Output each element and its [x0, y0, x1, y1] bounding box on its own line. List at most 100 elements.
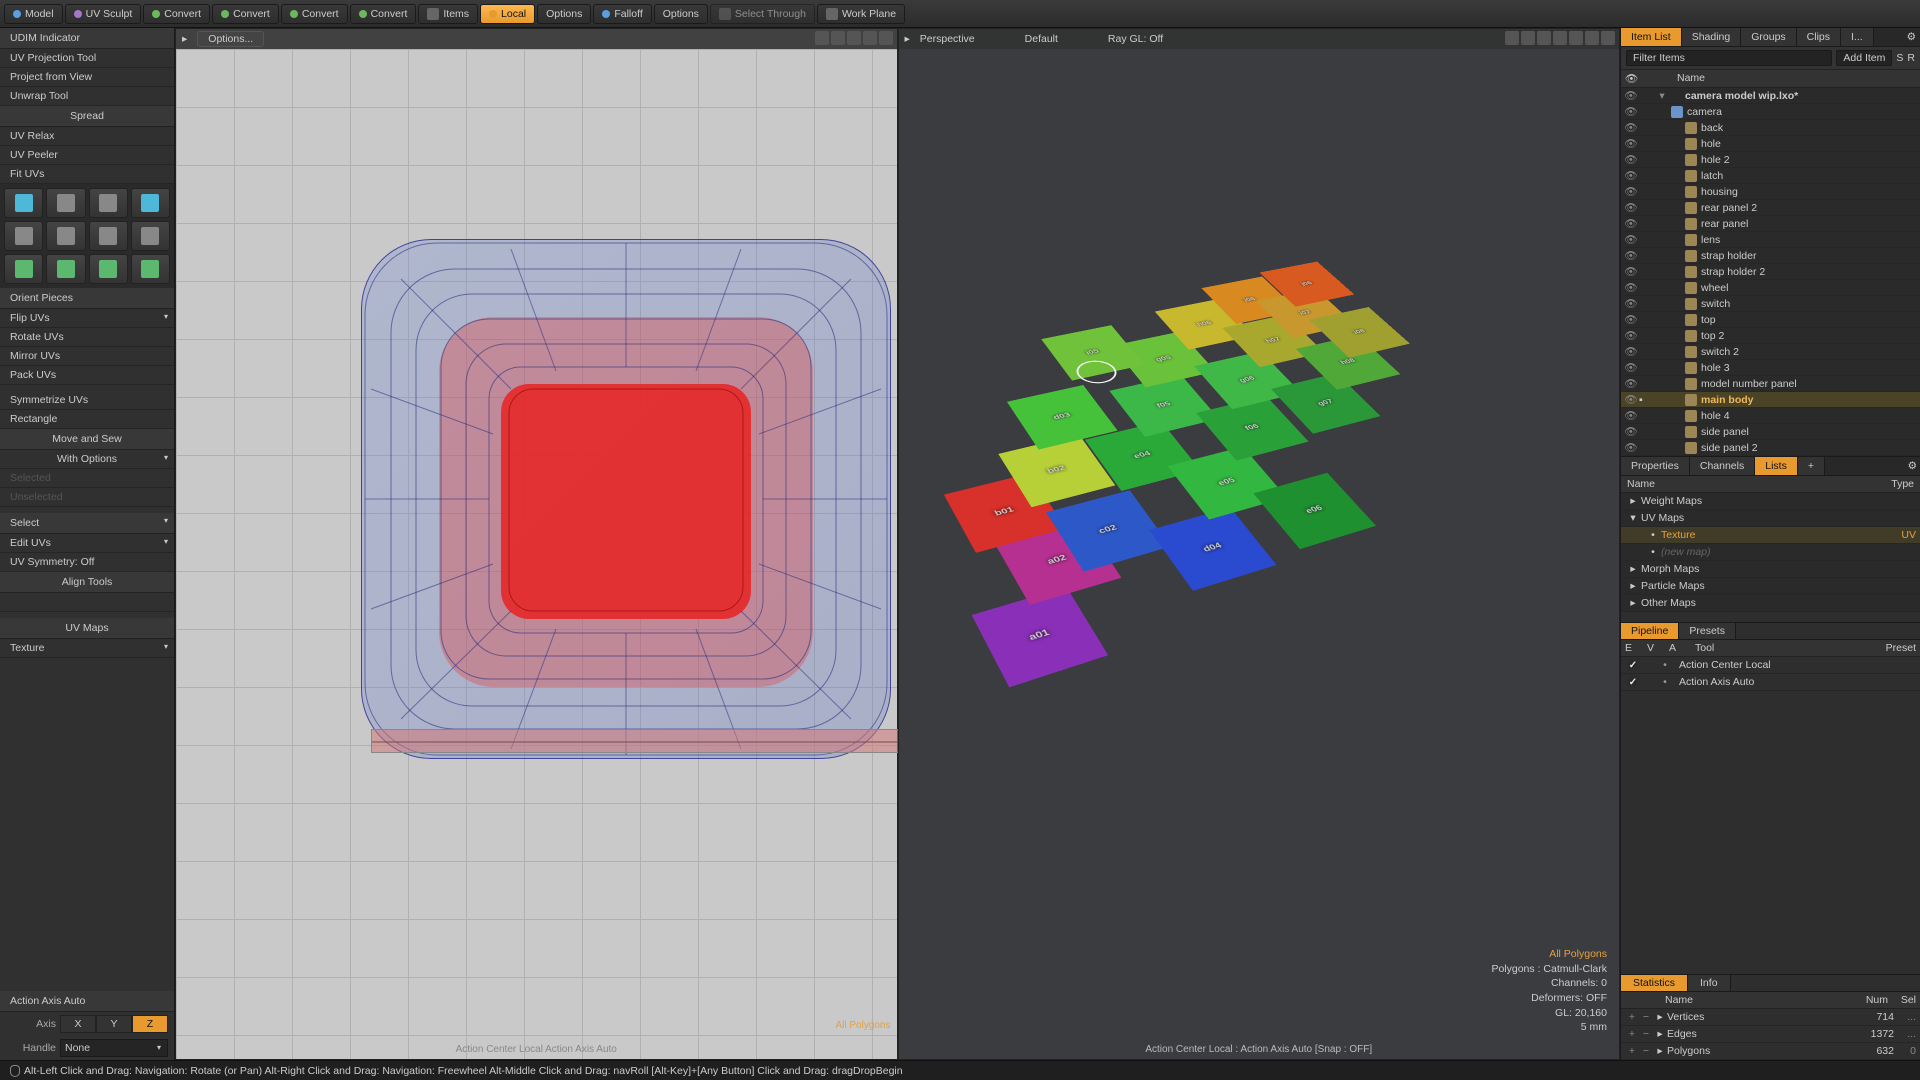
tool-btn-a2[interactable]: [46, 188, 85, 218]
workplane-button[interactable]: Work Plane: [817, 4, 905, 24]
tab-lists[interactable]: Lists: [1755, 457, 1798, 475]
tabs-gear-icon[interactable]: ⚙: [1903, 28, 1920, 46]
pack-uvs[interactable]: Pack UVs: [0, 366, 174, 385]
uv-maps-header[interactable]: UV Maps: [0, 618, 174, 639]
visibility-eye-icon[interactable]: 👁: [1623, 281, 1639, 294]
axis-y[interactable]: Y: [96, 1015, 132, 1033]
options-button-1[interactable]: Options: [537, 4, 591, 24]
tool-btn-c4[interactable]: [131, 254, 170, 284]
expand-icon[interactable]: ▸: [1655, 234, 1685, 246]
visibility-eye-icon[interactable]: 👁: [1623, 89, 1639, 102]
visibility-eye-icon[interactable]: 👁: [1623, 409, 1639, 422]
vp-fit-icon[interactable]: [847, 31, 861, 45]
expand-arrow-icon[interactable]: ▸: [1653, 1045, 1667, 1057]
expand-icon[interactable]: ▸: [1655, 122, 1685, 134]
visibility-eye-icon[interactable]: 👁: [1623, 137, 1639, 150]
visibility-eye-icon[interactable]: 👁: [1623, 441, 1639, 454]
add-item-dropdown[interactable]: Add Item: [1836, 50, 1892, 66]
align-tools-header[interactable]: Align Tools: [0, 572, 174, 593]
expand-icon[interactable]: ▸: [1625, 495, 1641, 507]
mirror-uvs[interactable]: Mirror UVs: [0, 347, 174, 366]
visibility-eye-icon[interactable]: 👁: [1623, 265, 1639, 278]
tree-row[interactable]: 👁latch: [1621, 168, 1920, 184]
perspective-canvas[interactable]: a01 a02 b01 b02 c02 d03 d04 e04 e05 e06 …: [899, 49, 1620, 1059]
tool-btn-b3[interactable]: [89, 221, 128, 251]
maps-row[interactable]: ▸Particle Maps: [1621, 578, 1920, 595]
udim-indicator-header[interactable]: UDIM Indicator: [0, 28, 174, 49]
stat-row[interactable]: +−▸Polygons6320: [1621, 1043, 1920, 1060]
tree-row[interactable]: 👁side panel: [1621, 424, 1920, 440]
mesh-3d[interactable]: a01 a02 b01 b02 c02 d03 d04 e04 e05 e06 …: [899, 283, 1620, 819]
visibility-eye-icon[interactable]: 👁: [1623, 153, 1639, 166]
tree-row[interactable]: 👁top 2: [1621, 328, 1920, 344]
tab-groups[interactable]: Groups: [1741, 28, 1796, 46]
tab-more[interactable]: I...: [1841, 28, 1874, 46]
visibility-eye-icon[interactable]: 👁: [1623, 233, 1639, 246]
tab-clips[interactable]: Clips: [1797, 28, 1841, 46]
enable-check-icon[interactable]: ✓: [1625, 677, 1641, 688]
minus-icon[interactable]: −: [1639, 1011, 1653, 1023]
symmetrize-uvs[interactable]: Symmetrize UVs: [0, 391, 174, 410]
maps-row[interactable]: ▸Other Maps: [1621, 595, 1920, 612]
pipeline-row[interactable]: ✓•Action Axis Auto: [1621, 674, 1920, 691]
expand-icon[interactable]: ▸: [1625, 580, 1641, 592]
tree-row[interactable]: 👁▾camera model wip.lxo*: [1621, 88, 1920, 104]
select-col[interactable]: ▪: [1639, 394, 1655, 406]
stat-row[interactable]: +−▸Edges1372...: [1621, 1026, 1920, 1043]
plus-icon[interactable]: +: [1625, 1045, 1639, 1057]
tree-row[interactable]: 👁▪main body: [1621, 392, 1920, 408]
tool-btn-c1[interactable]: [4, 254, 43, 284]
vp-right-menu-icon[interactable]: ▸: [905, 33, 910, 45]
visibility-eye-icon[interactable]: 👁: [1623, 425, 1639, 438]
visibility-eye-icon[interactable]: 👁: [1623, 185, 1639, 198]
expand-icon[interactable]: •: [1645, 529, 1661, 541]
with-options[interactable]: With Options: [0, 450, 174, 469]
pipeline-row[interactable]: ✓•Action Center Local: [1621, 657, 1920, 674]
plus-icon[interactable]: +: [1625, 1028, 1639, 1040]
tool-btn-a1[interactable]: [4, 188, 43, 218]
select-through-button[interactable]: Select Through: [710, 4, 815, 24]
vp-max-icon[interactable]: [879, 31, 893, 45]
tree-row[interactable]: 👁▾camera: [1621, 104, 1920, 120]
expand-arrow-icon[interactable]: ▸: [1653, 1028, 1667, 1040]
vp-r-zoom-icon[interactable]: [1537, 31, 1551, 45]
vp-left-menu-icon[interactable]: ▸: [182, 33, 187, 45]
vp-r-move-icon[interactable]: [1505, 31, 1519, 45]
tab-presets[interactable]: Presets: [1679, 623, 1736, 639]
tab-channels[interactable]: Channels: [1690, 457, 1755, 475]
visibility-eye-icon[interactable]: 👁: [1623, 201, 1639, 214]
rectangle-tool[interactable]: Rectangle: [0, 410, 174, 429]
falloff-button[interactable]: Falloff: [593, 4, 651, 24]
tree-row[interactable]: 👁strap holder: [1621, 248, 1920, 264]
tree-row[interactable]: 👁housing: [1621, 184, 1920, 200]
tree-row[interactable]: 👁switch 2: [1621, 344, 1920, 360]
uv-canvas[interactable]: /*radial wire illusion below*/: [176, 49, 897, 1059]
maps-list[interactable]: ▸Weight Maps▾UV Maps•TextureUV•(new map)…: [1621, 493, 1920, 612]
tree-row[interactable]: 👁switch: [1621, 296, 1920, 312]
rotate-uvs[interactable]: Rotate UVs: [0, 328, 174, 347]
convert-button-3[interactable]: Convert: [281, 4, 348, 24]
spread-header[interactable]: Spread: [0, 106, 174, 127]
vp-r-arrow-icon[interactable]: [1601, 31, 1615, 45]
visibility-eye-icon[interactable]: 👁: [1623, 377, 1639, 390]
items-button[interactable]: Items: [418, 4, 478, 24]
visibility-eye-icon[interactable]: 👁: [1623, 249, 1639, 262]
minus-icon[interactable]: −: [1639, 1028, 1653, 1040]
expand-icon[interactable]: ▾: [1625, 512, 1641, 524]
vp-left-options[interactable]: Options...: [197, 31, 264, 47]
visibility-eye-icon[interactable]: 👁: [1623, 105, 1639, 118]
expand-icon[interactable]: ▸: [1625, 597, 1641, 609]
tab-item-list[interactable]: Item List: [1621, 28, 1682, 46]
visibility-eye-icon[interactable]: 👁: [1623, 217, 1639, 230]
uv-symmetry[interactable]: UV Symmetry: Off: [0, 553, 174, 572]
convert-button-1[interactable]: Convert: [143, 4, 210, 24]
maps-row[interactable]: ▾UV Maps: [1621, 510, 1920, 527]
axis-z[interactable]: Z: [132, 1015, 168, 1033]
orient-pieces-header[interactable]: Orient Pieces: [0, 288, 174, 309]
axis-x[interactable]: X: [60, 1015, 96, 1033]
edit-uvs[interactable]: Edit UVs: [0, 534, 174, 553]
fit-uvs[interactable]: Fit UVs: [0, 165, 174, 184]
expand-icon[interactable]: ▾: [1655, 106, 1671, 118]
convert-button-2[interactable]: Convert: [212, 4, 279, 24]
tab-statistics[interactable]: Statistics: [1621, 975, 1688, 991]
